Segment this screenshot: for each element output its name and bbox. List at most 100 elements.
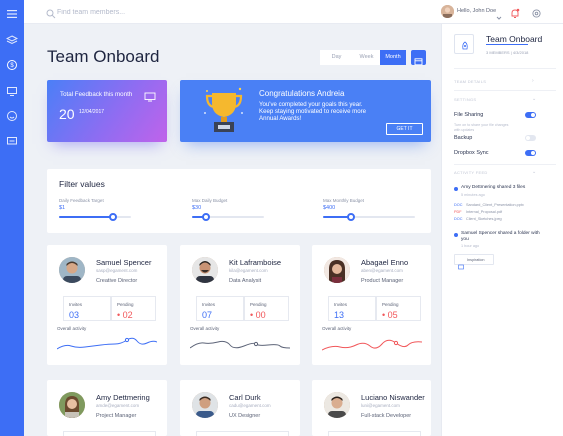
divider [454, 68, 556, 69]
activity-sparkline [190, 340, 290, 349]
user-greeting[interactable]: Hello, John Doe [457, 8, 496, 14]
calendar-icon [414, 53, 423, 71]
member-name: Luciano Niswander [361, 393, 425, 402]
tab-week[interactable]: Week [353, 50, 380, 65]
team-logo [454, 34, 474, 54]
smiley-icon[interactable] [6, 109, 18, 121]
pending-number: 00 [255, 310, 266, 320]
pending-count: • 00 [250, 310, 266, 320]
chevron-down-icon[interactable]: ⌄ [532, 96, 536, 102]
feedback-day: 20 [59, 106, 75, 122]
slider-knob[interactable] [202, 213, 211, 221]
avatar [324, 257, 350, 283]
invites-label: Invites [334, 302, 348, 307]
invites-box [196, 431, 289, 436]
sparkline-point [393, 340, 399, 346]
presentation-icon[interactable] [6, 134, 18, 146]
settings-gear-icon[interactable] [531, 6, 542, 24]
feed-item-time: 1 hour ago [461, 244, 480, 248]
slider-daily-budget[interactable] [192, 213, 264, 221]
file-ext: DOC [454, 203, 463, 207]
folder-name: Inspiration [467, 258, 485, 262]
rocket-icon [460, 39, 470, 57]
activity-sparkline [57, 337, 157, 350]
chevron-down-icon[interactable]: ⌄ [532, 169, 536, 175]
svg-text:$: $ [10, 63, 14, 69]
invites-count: 07 [202, 310, 213, 320]
file-link[interactable]: Client_Sketches.jpeg [466, 217, 502, 221]
slider-knob[interactable] [346, 213, 355, 221]
member-card[interactable]: Luciano Niswander luni@egament.com Full-… [312, 380, 431, 436]
get-it-button[interactable]: GET IT [386, 123, 423, 135]
layers-icon[interactable] [5, 33, 19, 45]
menu-icon[interactable] [6, 7, 18, 19]
tab-day[interactable]: Day [320, 50, 353, 65]
invites-box: Invites 07 [196, 296, 244, 321]
calendar-button[interactable] [411, 50, 426, 66]
pending-label: Pending [382, 302, 399, 307]
monitor-icon[interactable] [6, 84, 18, 96]
section-team-details[interactable]: TEAM DETAILS [454, 79, 486, 84]
bell-icon[interactable] [510, 6, 520, 24]
member-name: Kit Laframboise [229, 258, 282, 267]
filter-value-monthly-budget: $400 [323, 205, 336, 211]
section-settings[interactable]: SETTINGS [454, 97, 476, 102]
member-name: Carl Durk [229, 393, 261, 402]
slider-monthly-budget[interactable] [323, 213, 415, 221]
filter-label-monthly-budget: Max Monthly Budget [323, 198, 365, 203]
file-sharing-toggle[interactable] [525, 112, 536, 118]
tab-month[interactable]: Month [380, 50, 406, 65]
member-email: amde@egament.com [96, 403, 140, 408]
avatar [59, 257, 85, 283]
member-role: UX Designer [229, 413, 261, 419]
search-input[interactable] [57, 6, 257, 18]
member-name: Amy Dettmering [96, 393, 150, 402]
member-role: Project Manager [96, 413, 137, 419]
file-link[interactable]: Sandard_Client_Presentation.pptx [466, 203, 524, 207]
page-title: Team Onboard [47, 47, 160, 66]
search-icon [46, 6, 56, 24]
invites-box [328, 431, 421, 436]
member-email: cadu@egament.com [229, 403, 271, 408]
member-role: Creative Director [96, 278, 138, 284]
panel-subtitle: 3 MEMBERS | 4/3/2018 [486, 50, 529, 55]
activity-label: Overall activity [57, 326, 87, 331]
backup-toggle[interactable] [525, 135, 536, 141]
sparkline-line [57, 337, 157, 350]
pending-label: Pending [250, 302, 267, 307]
file-link[interactable]: Internal_Proposal.pdf [466, 210, 502, 214]
panel-title: Team Onboard [486, 34, 543, 44]
dropbox-label: Dropbox Sync [454, 150, 489, 156]
sparkline-line [322, 339, 422, 351]
member-card[interactable]: Samuel Spencer sasp@egament.com Creative… [47, 245, 167, 365]
dollar-icon[interactable]: $ [6, 58, 18, 70]
invites-box: Invites 13 [328, 296, 376, 321]
member-card[interactable]: Carl Durk cadu@egament.com UX Designer [180, 380, 300, 436]
congrats-card: Congratulations Andreia You've completed… [180, 80, 431, 142]
member-card[interactable]: Abagael Enno aben@egament.com Product Ma… [312, 245, 431, 365]
avatar [324, 392, 350, 418]
sparkline-line [190, 340, 290, 349]
slider-daily-target[interactable] [59, 213, 131, 221]
user-avatar[interactable] [441, 5, 454, 18]
filter-card: Filter values Daily Feedback Target $1 M… [47, 169, 431, 233]
member-card[interactable]: Kit Laframboise kila@egament.com Data An… [180, 245, 300, 365]
feed-dot [454, 233, 458, 237]
toggle-knob [531, 113, 535, 117]
member-name: Abagael Enno [361, 258, 409, 267]
slider-fill [59, 216, 113, 218]
avatar [192, 257, 218, 283]
dropbox-toggle[interactable] [525, 150, 536, 156]
toggle-knob [531, 151, 535, 155]
sparkline-point [124, 337, 130, 343]
member-card[interactable]: Amy Dettmering amde@egament.com Project … [47, 380, 167, 436]
section-activity-feed[interactable]: ACTIVITY FEED [454, 170, 488, 175]
file-sharing-desc: Turn on to share your file changes with … [454, 123, 509, 132]
slider-knob[interactable] [109, 213, 117, 221]
chevron-right-icon[interactable]: › [532, 78, 534, 84]
shared-folder[interactable]: Inspiration [454, 254, 494, 270]
filter-value-daily-target: $1 [59, 205, 66, 211]
invites-box: Invites 03 [63, 296, 111, 321]
member-name: Samuel Spencer [96, 258, 152, 267]
feedback-title: Total Feedback this month [60, 91, 133, 98]
